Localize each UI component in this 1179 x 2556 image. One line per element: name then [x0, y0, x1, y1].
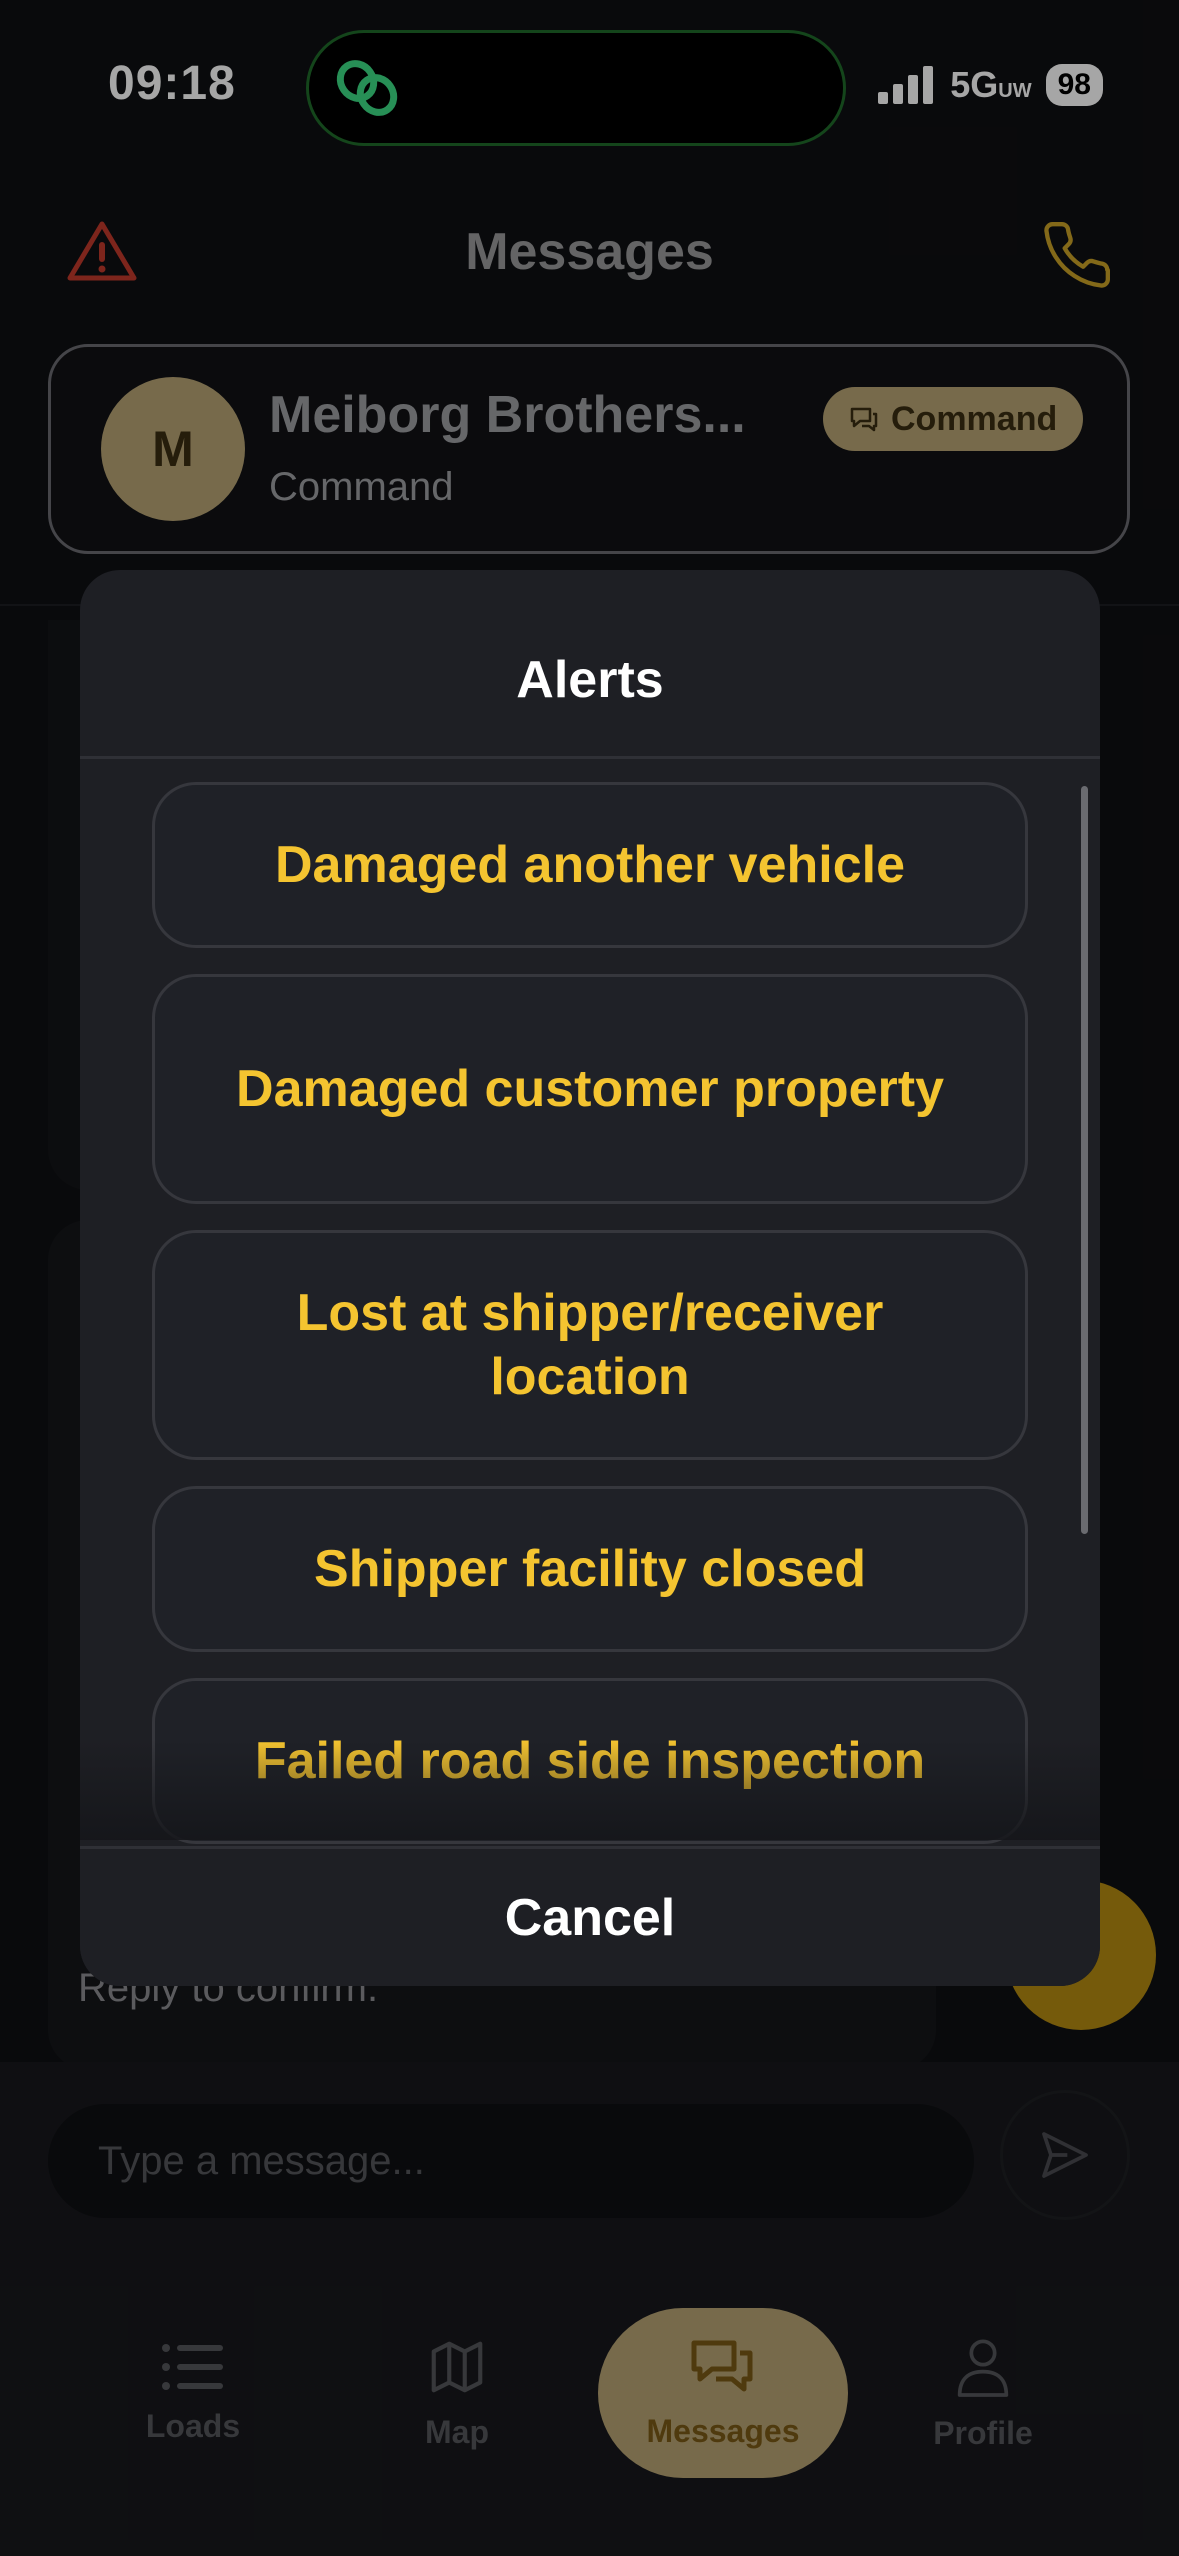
list-fade: [80, 1740, 1100, 1840]
alert-option[interactable]: Damaged another vehicle: [152, 782, 1028, 948]
alert-option[interactable]: Damaged customer property: [152, 974, 1028, 1204]
alert-option[interactable]: Lost at shipper/receiver location: [152, 1230, 1028, 1460]
alert-option[interactable]: Shipper facility closed: [152, 1486, 1028, 1652]
sheet-divider: [80, 756, 1100, 759]
cancel-button[interactable]: Cancel: [499, 1887, 682, 1949]
cancel-row: Cancel: [80, 1846, 1100, 1986]
scrollbar[interactable]: [1081, 786, 1088, 1534]
sheet-title: Alerts: [516, 651, 664, 709]
